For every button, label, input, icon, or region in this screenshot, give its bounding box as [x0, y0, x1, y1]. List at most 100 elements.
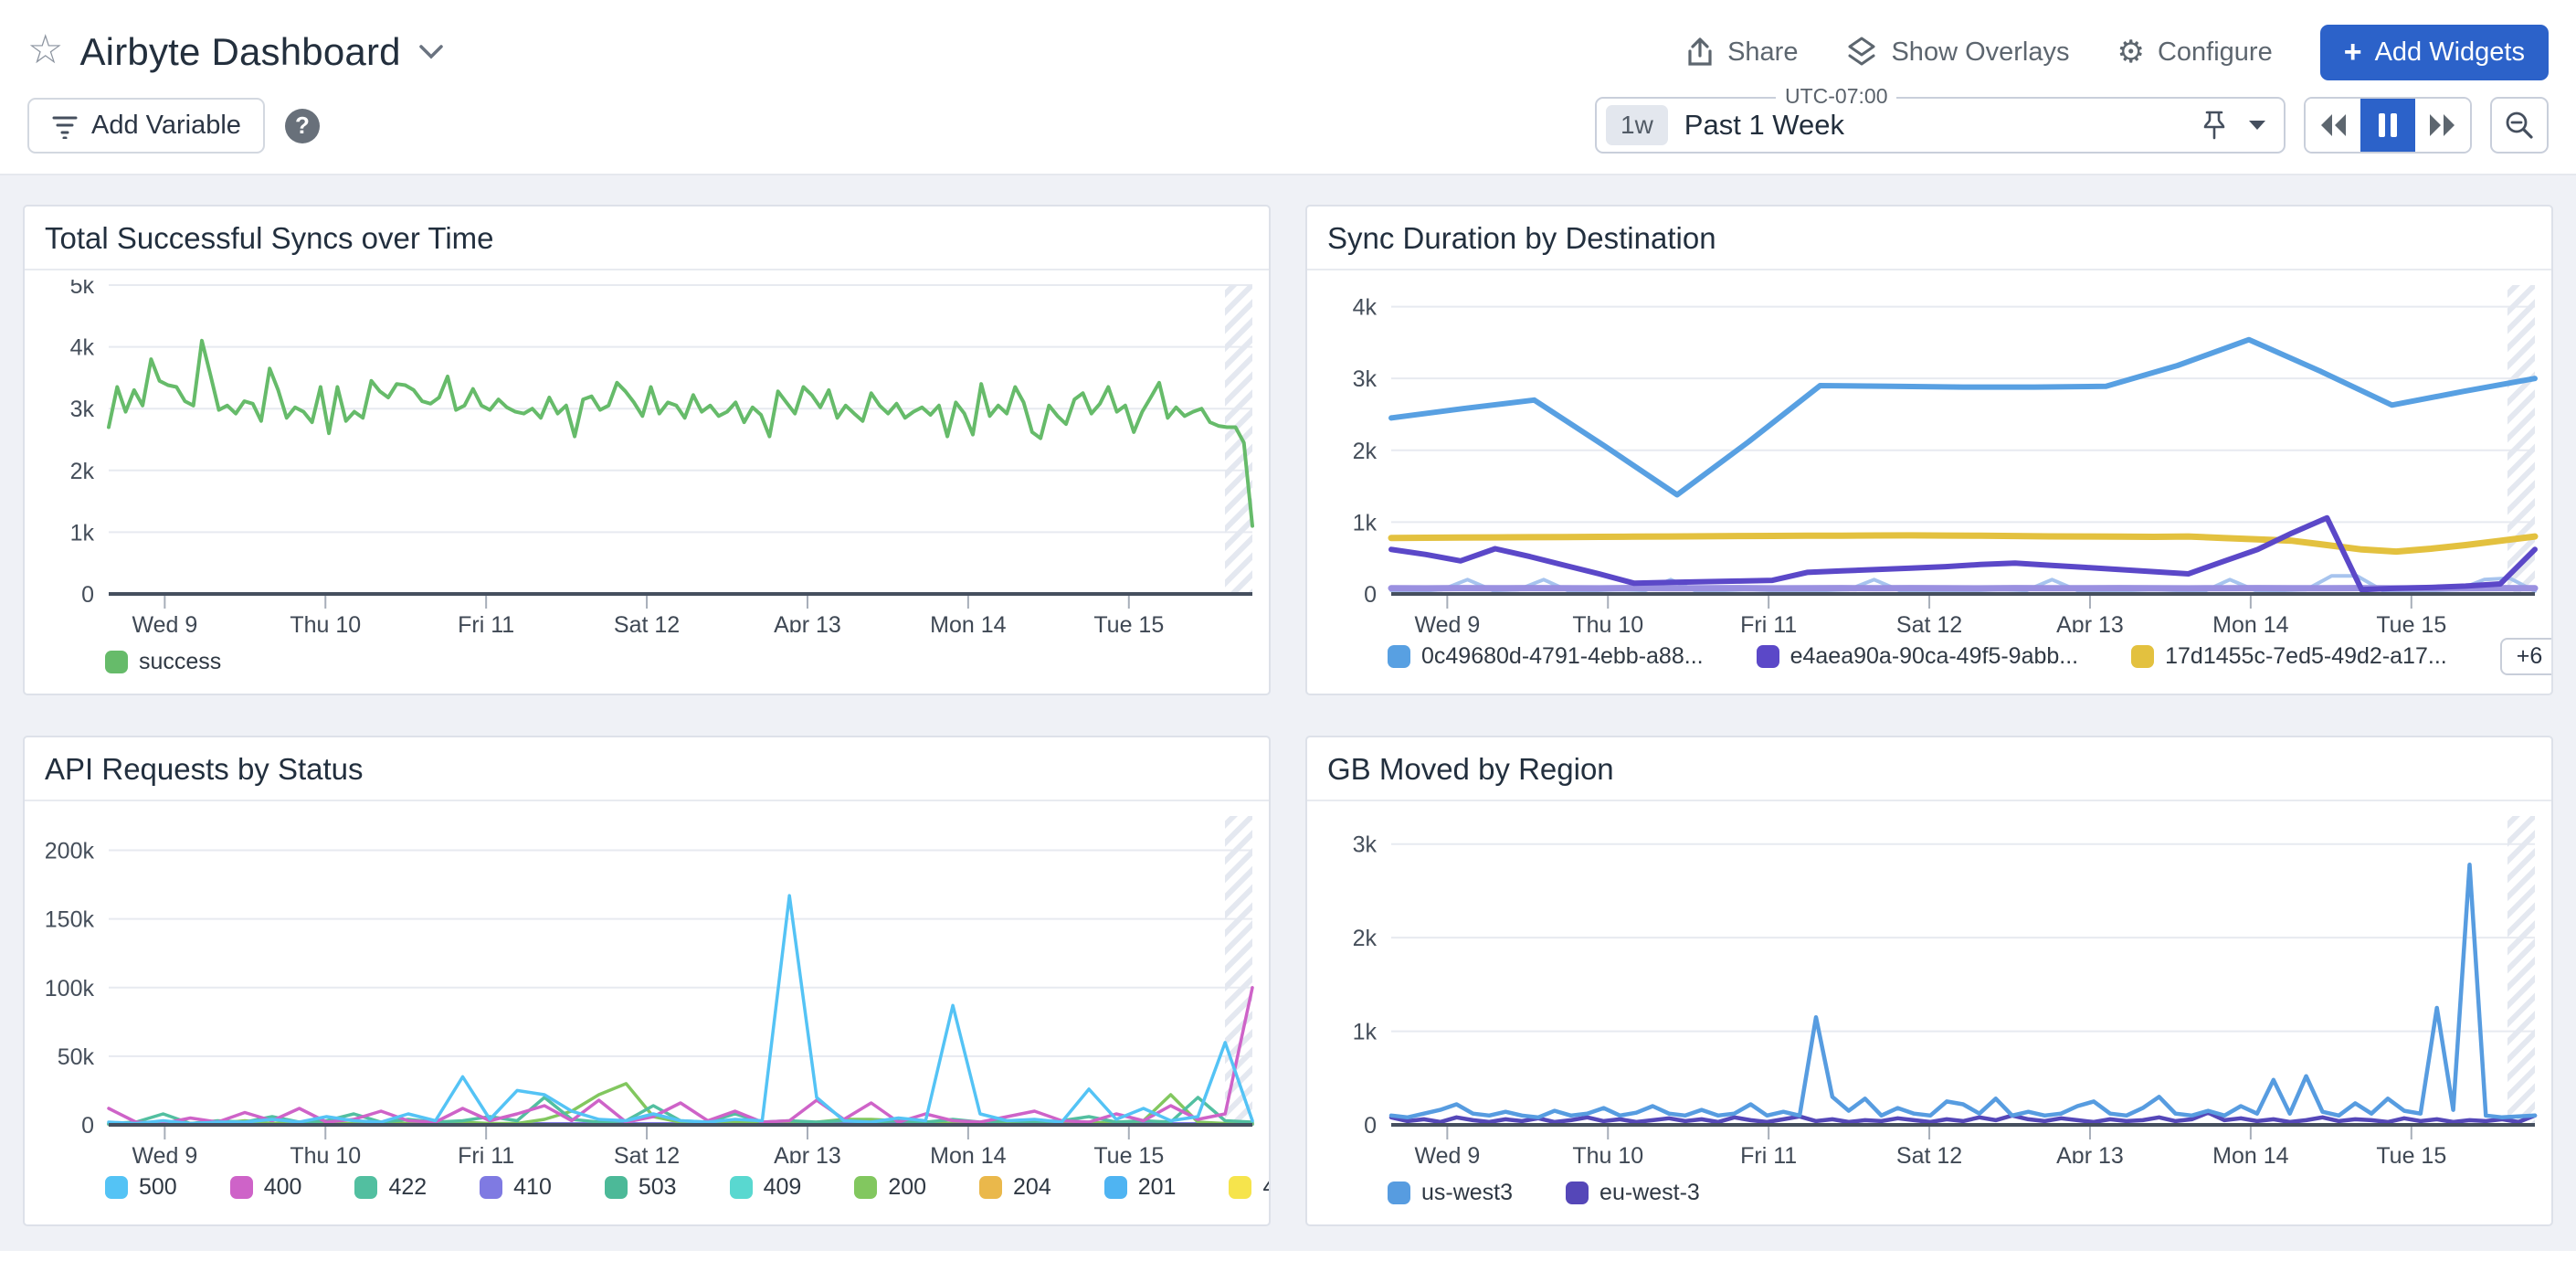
legend-label: 500 — [139, 1174, 177, 1201]
chart-canvas[interactable]: 3k2k1k0Wed 9Thu 10Fri 11Sat 12Apr 13Mon … — [1307, 801, 2551, 1163]
y-tick-label: 5k — [70, 280, 95, 299]
widget-sync-duration: Sync Duration by Destination 4k3k2k1k0We… — [1305, 205, 2553, 695]
legend-item[interactable]: 409 — [730, 1174, 802, 1201]
x-tick-label: Mon 14 — [2212, 1143, 2288, 1163]
title-chevron-down-icon[interactable] — [417, 43, 445, 61]
x-tick-label: Thu 10 — [290, 1143, 361, 1163]
legend-color-chip — [1104, 1176, 1127, 1199]
range-shortcut-chip[interactable]: 1w — [1606, 105, 1668, 145]
y-tick-label: 1k — [1353, 1020, 1378, 1045]
header-actions: Share Show Overlays ⚙ Configure + Add Wi… — [1685, 25, 2549, 80]
x-tick-label: Tue 15 — [2376, 1143, 2446, 1163]
series-line-us-west3[interactable] — [1391, 864, 2535, 1118]
legend-label: 204 — [1013, 1174, 1051, 1201]
x-tick-label: Thu 10 — [1572, 612, 1643, 632]
forward-icon — [2427, 112, 2458, 138]
legend-label: 403 — [1262, 1174, 1271, 1201]
widget-grid: Total Successful Syncs over Time 5k4k3k2… — [23, 205, 2553, 1226]
legend-overflow-button[interactable]: +6 — [2500, 638, 2553, 675]
widget-title: API Requests by Status — [25, 737, 1269, 801]
filter-icon — [51, 113, 79, 139]
legend-label: 503 — [639, 1174, 677, 1201]
chart-canvas[interactable]: 200k150k100k50k0Wed 9Thu 10Fri 11Sat 12A… — [25, 801, 1269, 1163]
pin-icon[interactable] — [2201, 110, 2227, 141]
y-tick-label: 200k — [45, 839, 95, 864]
x-tick-label: Apr 13 — [2056, 612, 2124, 632]
y-tick-label: 0 — [1364, 582, 1377, 608]
range-label: Past 1 Week — [1684, 109, 1844, 142]
chart-canvas[interactable]: 4k3k2k1k0Wed 9Thu 10Fri 11Sat 12Apr 13Mo… — [1307, 270, 2551, 632]
x-tick-label: Sat 12 — [1896, 612, 1962, 632]
widget-total-successful-syncs: Total Successful Syncs over Time 5k4k3k2… — [23, 205, 1271, 695]
legend-color-chip — [854, 1176, 877, 1199]
time-range-picker[interactable]: UTC-07:00 1w Past 1 Week — [1595, 97, 2286, 154]
legend-item[interactable]: 200 — [854, 1174, 926, 1201]
y-tick-label: 100k — [45, 976, 95, 1001]
series-line-17d1455c-7ed5-49d2-a17...[interactable] — [1391, 535, 2535, 552]
forward-button[interactable] — [2415, 99, 2470, 152]
page-title: Airbyte Dashboard — [79, 30, 400, 74]
overlays-icon — [1845, 36, 1878, 69]
time-controls: UTC-07:00 1w Past 1 Week — [1595, 97, 2549, 154]
legend-color-chip — [1757, 645, 1779, 668]
legend-item[interactable]: e4aea90a-90ca-49f5-9abb... — [1757, 643, 2079, 670]
legend-item[interactable]: 201 — [1104, 1174, 1177, 1201]
add-variable-button[interactable]: Add Variable — [27, 98, 265, 154]
y-tick-label: 1k — [70, 520, 95, 546]
legend-item[interactable]: success — [105, 649, 221, 675]
x-tick-label: Apr 13 — [774, 1143, 841, 1163]
series-line-500[interactable] — [109, 895, 1252, 1123]
help-icon[interactable]: ? — [285, 109, 320, 143]
legend-label: 400 — [264, 1174, 302, 1201]
pause-icon — [2378, 112, 2398, 138]
x-tick-label: Wed 9 — [1414, 1143, 1480, 1163]
dashboard-header: ☆ Airbyte Dashboard Share Show Overlays … — [0, 0, 2576, 91]
favorite-star-icon[interactable]: ☆ — [27, 30, 63, 70]
share-button[interactable]: Share — [1685, 37, 1798, 68]
legend-label: 0c49680d-4791-4ebb-a88... — [1421, 643, 1704, 670]
legend-label: e4aea90a-90ca-49f5-9abb... — [1790, 643, 2079, 670]
legend-item[interactable]: 17d1455c-7ed5-49d2-a17... — [2131, 643, 2447, 670]
series-line-success[interactable] — [109, 341, 1252, 526]
legend-label: 201 — [1138, 1174, 1177, 1201]
caret-down-icon[interactable] — [2247, 119, 2267, 132]
legend-item[interactable]: eu-west-3 — [1566, 1180, 1700, 1206]
y-tick-label: 50k — [58, 1044, 95, 1070]
x-tick-label: Mon 14 — [930, 1143, 1006, 1163]
legend-item[interactable]: 400 — [230, 1174, 302, 1201]
widget-gb-moved: GB Moved by Region 3k2k1k0Wed 9Thu 10Fri… — [1305, 736, 2553, 1226]
legend-item[interactable]: 500 — [105, 1174, 177, 1201]
legend-item[interactable]: 204 — [979, 1174, 1051, 1201]
legend-item[interactable]: 403 — [1229, 1174, 1271, 1201]
legend-color-chip — [1229, 1176, 1251, 1199]
x-tick-label: Wed 9 — [132, 612, 197, 632]
backward-button[interactable] — [2306, 99, 2360, 152]
legend-item[interactable]: us-west3 — [1388, 1180, 1513, 1206]
legend-color-chip — [979, 1176, 1002, 1199]
x-tick-label: Sat 12 — [614, 612, 680, 632]
show-overlays-button[interactable]: Show Overlays — [1845, 36, 2069, 69]
zoom-out-button[interactable] — [2490, 97, 2549, 154]
x-tick-label: Fri 11 — [1740, 1143, 1797, 1163]
legend-item[interactable]: 422 — [354, 1174, 427, 1201]
chart-canvas[interactable]: 5k4k3k2k1k0Wed 9Thu 10Fri 11Sat 12Apr 13… — [25, 270, 1269, 632]
add-widgets-button[interactable]: + Add Widgets — [2320, 25, 2549, 80]
help-glyph: ? — [295, 111, 310, 140]
series-line-0c49680d-4791-4ebb-a88...[interactable] — [1391, 340, 2535, 495]
configure-button[interactable]: ⚙ Configure — [2117, 37, 2272, 68]
legend-label: eu-west-3 — [1599, 1180, 1700, 1206]
legend-item[interactable]: 503 — [605, 1174, 677, 1201]
chart-legend: success — [25, 649, 1269, 694]
pause-button[interactable] — [2360, 99, 2415, 152]
x-tick-label: Tue 15 — [2376, 612, 2446, 632]
legend-item[interactable]: 410 — [480, 1174, 552, 1201]
x-tick-label: Thu 10 — [290, 612, 361, 632]
configure-label: Configure — [2158, 37, 2273, 68]
pending-data-hatch — [1225, 285, 1252, 594]
gear-icon: ⚙ — [2117, 37, 2144, 68]
legend-label: 422 — [388, 1174, 427, 1201]
legend-color-chip — [1388, 1182, 1410, 1204]
legend-item[interactable]: 0c49680d-4791-4ebb-a88... — [1388, 643, 1704, 670]
x-tick-label: Apr 13 — [2056, 1143, 2124, 1163]
y-tick-label: 1k — [1353, 510, 1378, 535]
